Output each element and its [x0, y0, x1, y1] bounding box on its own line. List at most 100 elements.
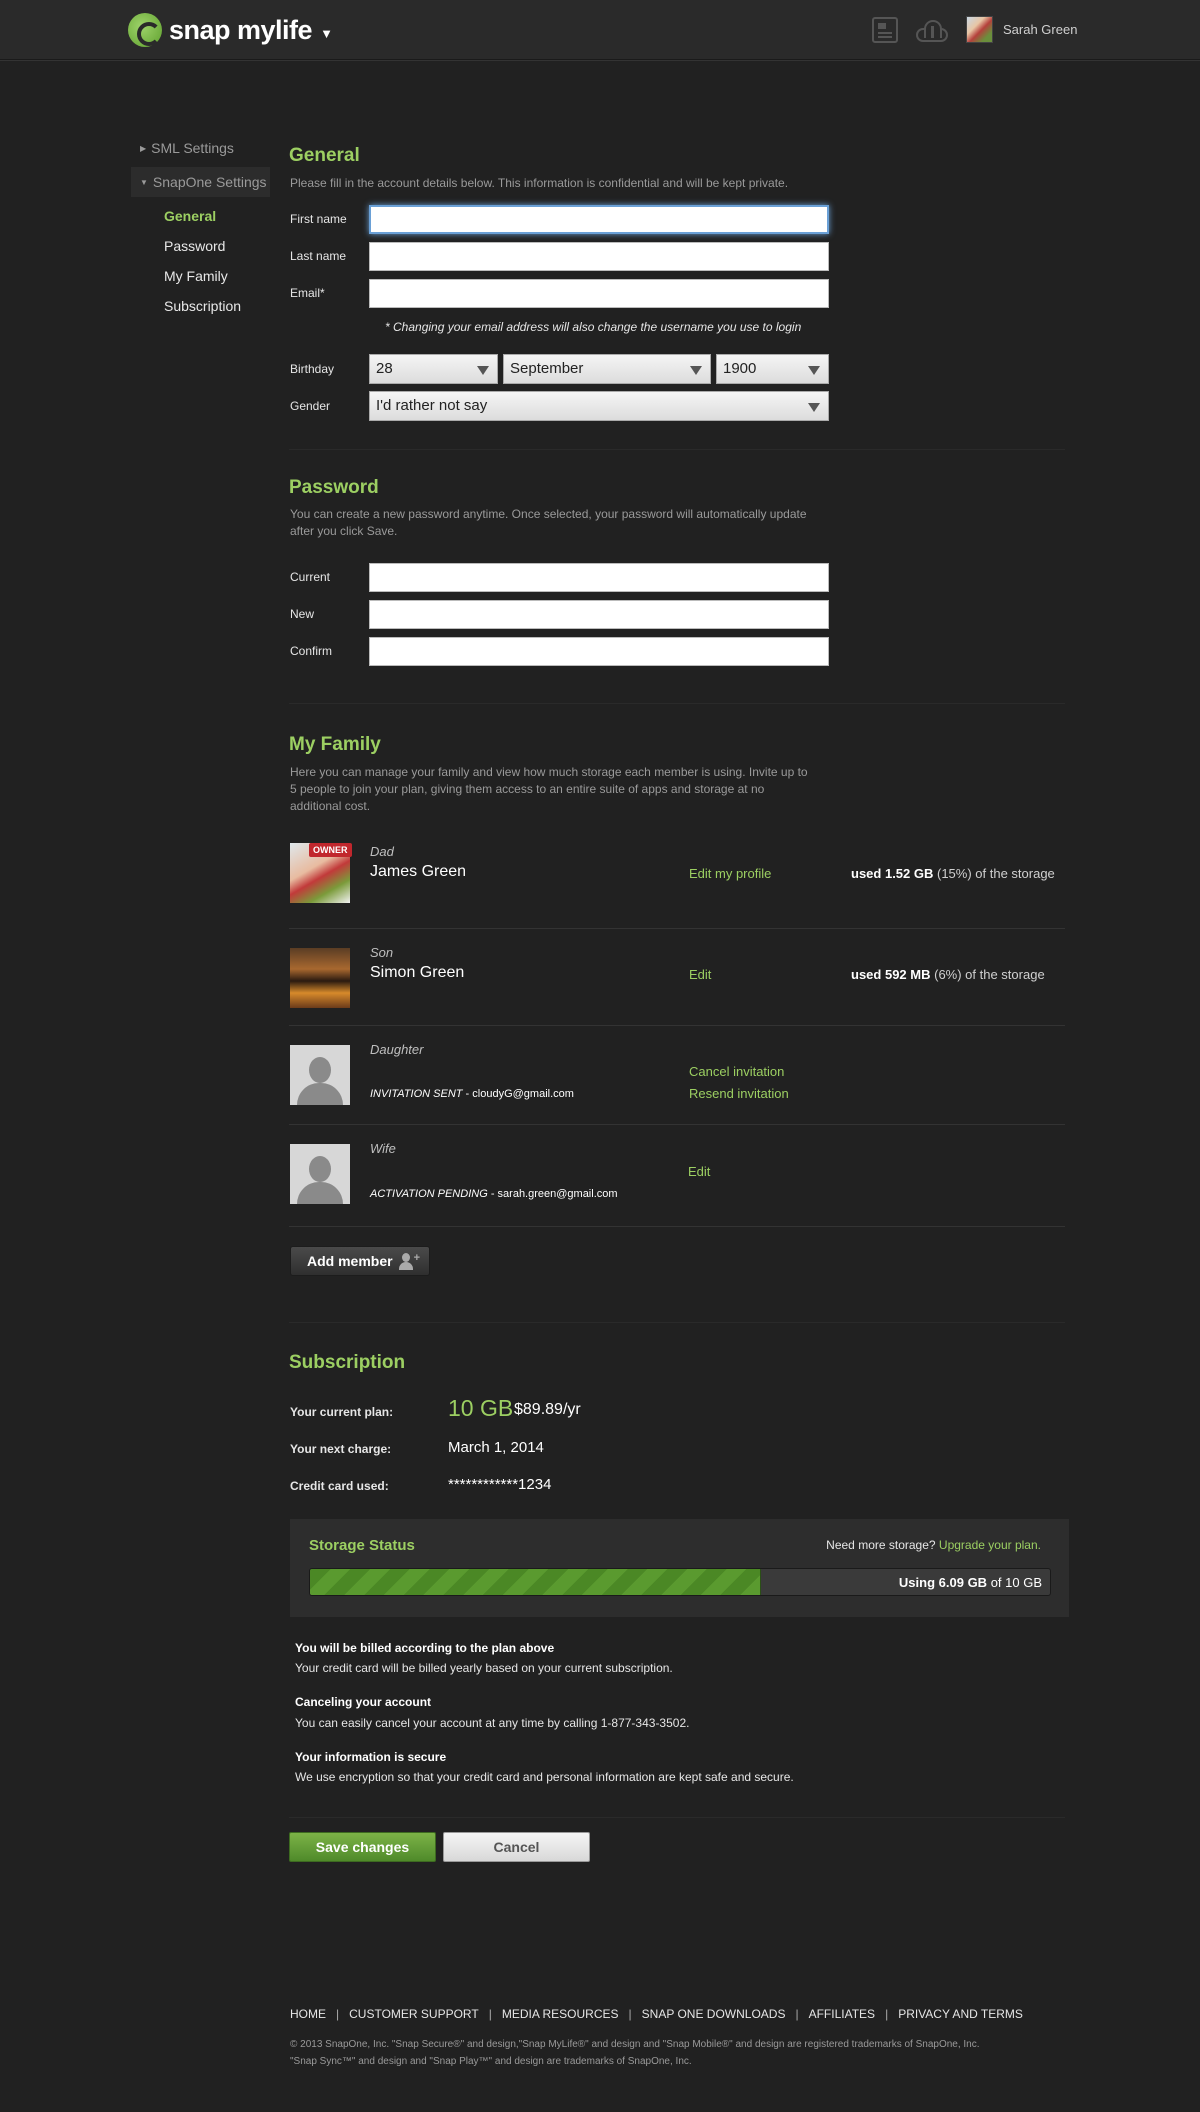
- last-name-label: Last name: [290, 249, 347, 263]
- storage-progress-bar: Using 6.09 GB of 10 GB: [309, 1568, 1051, 1596]
- usage-amount: 1.52 GB: [884, 866, 934, 881]
- member-storage-usage: used 592 MB (6%) of the storage: [851, 967, 1045, 982]
- save-changes-button[interactable]: Save changes: [289, 1832, 436, 1862]
- cancel-button[interactable]: Cancel: [443, 1832, 590, 1862]
- footer-link-media-resources[interactable]: MEDIA RESOURCES: [502, 2007, 619, 2021]
- storage-usage-text: Using 6.09 GB of 10 GB: [899, 1575, 1042, 1590]
- birthday-year-select[interactable]: 1900: [716, 354, 829, 384]
- edit-member-link[interactable]: Edit: [689, 967, 711, 982]
- divider: [289, 449, 1065, 450]
- password-description-line-1: You can create a new password anytime. O…: [290, 507, 807, 521]
- sidebar-group-label: SnapOne Settings: [152, 174, 267, 190]
- security-info-heading: Your information is secure: [295, 1750, 447, 1764]
- default-avatar-icon: [290, 1045, 350, 1105]
- member-role: Dad: [370, 844, 394, 859]
- chevron-down-icon: [808, 366, 820, 375]
- general-description: Please fill in the account details below…: [290, 176, 789, 190]
- member-storage-usage: used 1.52 GB (15%) of the storage: [851, 866, 1055, 881]
- triangle-right-icon: ▶: [140, 144, 147, 153]
- birthday-day-select[interactable]: 28: [369, 354, 498, 384]
- edit-my-profile-link[interactable]: Edit my profile: [689, 866, 771, 881]
- user-menu[interactable]: Sarah Green: [966, 16, 1077, 43]
- status-email: - sarah.green@gmail.com: [487, 1188, 618, 1200]
- billing-info-heading: You will be billed according to the plan…: [295, 1641, 555, 1655]
- footer-link-affiliates[interactable]: AFFILIATES: [809, 2007, 875, 2021]
- member-invitation-status: INVITATION SENT - cloudyG@gmail.com: [370, 1088, 574, 1100]
- current-plan-size: 10 GB: [448, 1395, 514, 1421]
- email-note: * Changing your email address will also …: [385, 320, 802, 334]
- family-member-son: Son Simon Green Edit used 592 MB (6%) of…: [289, 941, 1065, 1031]
- footer-link-home[interactable]: HOME: [290, 2007, 326, 2021]
- new-password-label: New: [290, 607, 315, 621]
- current-plan-price: $89.89/yr: [514, 1401, 581, 1418]
- birthday-month-select[interactable]: September: [503, 354, 711, 384]
- footer-link-customer-support[interactable]: CUSTOMER SUPPORT: [349, 2007, 479, 2021]
- password-description-line-2: after you click Save.: [290, 524, 398, 538]
- need-more-text: Need more storage?: [826, 1538, 936, 1552]
- sidebar-item-general[interactable]: General: [131, 205, 270, 235]
- sidebar-group-sml-settings[interactable]: ▶ SML Settings: [131, 133, 270, 163]
- current-plan-label: Your current plan:: [290, 1405, 394, 1419]
- edit-member-link[interactable]: Edit: [688, 1164, 710, 1179]
- sidebar-item-my-family[interactable]: My Family: [131, 265, 270, 295]
- status-email: - cloudyG@gmail.com: [462, 1088, 574, 1100]
- storage-status-title: Storage Status: [309, 1537, 415, 1554]
- gender-label: Gender: [290, 399, 331, 413]
- next-charge-value: March 1, 2014: [448, 1439, 544, 1456]
- credit-card-label: Credit card used:: [290, 1479, 389, 1493]
- credit-card-value: ************1234: [448, 1476, 552, 1493]
- footer-nav: HOME | CUSTOMER SUPPORT | MEDIA RESOURCE…: [290, 2007, 1023, 2021]
- birthday-day-value: 28: [376, 360, 393, 377]
- family-description-line-1: Here you can manage your family and view…: [290, 765, 808, 779]
- add-member-label: Add member: [307, 1253, 393, 1269]
- last-name-field[interactable]: [369, 242, 829, 271]
- confirm-password-field[interactable]: [369, 637, 829, 666]
- usage-amount: 592 MB: [884, 967, 931, 982]
- cloud-upload-icon[interactable]: [914, 20, 950, 42]
- default-avatar-icon: [290, 1144, 350, 1204]
- copyright-line-1: © 2013 SnapOne, Inc. "Snap Secure®" and …: [290, 2039, 980, 2050]
- current-password-field[interactable]: [369, 563, 829, 592]
- caret-down-icon[interactable]: ▼: [320, 26, 333, 41]
- first-name-label: First name: [290, 212, 347, 226]
- upgrade-plan-link[interactable]: Upgrade your plan.: [939, 1538, 1041, 1552]
- divider: [289, 1322, 1065, 1323]
- using-prefix: Using: [898, 1575, 939, 1590]
- billing-info-text: Your credit card will be billed yearly b…: [295, 1661, 673, 1675]
- avatar: [966, 16, 993, 43]
- family-member-dad: OWNER Dad James Green Edit my profile us…: [289, 840, 1065, 930]
- storage-total: of 10 GB: [987, 1575, 1042, 1590]
- user-name: Sarah Green: [1003, 22, 1078, 37]
- add-person-icon: +: [399, 1252, 420, 1271]
- member-activation-status: ACTIVATION PENDING - sarah.green@gmail.c…: [370, 1188, 618, 1200]
- member-role: Daughter: [370, 1042, 424, 1057]
- status-label: ACTIVATION PENDING: [370, 1188, 488, 1200]
- resend-invitation-link[interactable]: Resend invitation: [689, 1086, 789, 1101]
- cancel-info-text: You can easily cancel your account at an…: [295, 1716, 690, 1730]
- sidebar-item-password[interactable]: Password: [131, 235, 270, 265]
- add-member-button[interactable]: Add member +: [290, 1246, 430, 1276]
- gender-select[interactable]: I'd rather not say: [369, 391, 829, 421]
- cancel-invitation-link[interactable]: Cancel invitation: [689, 1064, 784, 1079]
- status-label: INVITATION SENT: [370, 1088, 463, 1100]
- password-title: Password: [289, 477, 379, 498]
- copyright: © 2013 SnapOne, Inc. "Snap Secure®" and …: [290, 2036, 1070, 2070]
- new-password-field[interactable]: [369, 600, 829, 629]
- email-field[interactable]: [369, 279, 829, 308]
- news-icon[interactable]: [872, 17, 898, 43]
- family-description-line-2: 5 people to join your plan, giving them …: [290, 782, 765, 796]
- footer-link-privacy-terms[interactable]: PRIVACY AND TERMS: [898, 2007, 1023, 2021]
- first-name-field[interactable]: [369, 205, 829, 234]
- footer-link-downloads[interactable]: SNAP ONE DOWNLOADS: [642, 2007, 786, 2021]
- top-bar: snap mylife ▼ Sarah Green: [0, 0, 1200, 60]
- logo-menu[interactable]: snap mylife ▼: [128, 13, 333, 47]
- security-info-text: We use encryption so that your credit ca…: [295, 1770, 794, 1784]
- sidebar-group-snapone-settings[interactable]: ▼ SnapOne Settings: [131, 167, 270, 197]
- sidebar-group-label: SML Settings: [151, 140, 234, 156]
- family-member-daughter: Daughter INVITATION SENT - cloudyG@gmail…: [289, 1040, 1065, 1130]
- current-password-label: Current: [290, 570, 331, 584]
- sidebar-item-subscription[interactable]: Subscription: [131, 295, 270, 325]
- member-divider: [289, 928, 1065, 929]
- member-divider: [289, 1226, 1065, 1227]
- next-charge-label: Your next charge:: [290, 1442, 392, 1456]
